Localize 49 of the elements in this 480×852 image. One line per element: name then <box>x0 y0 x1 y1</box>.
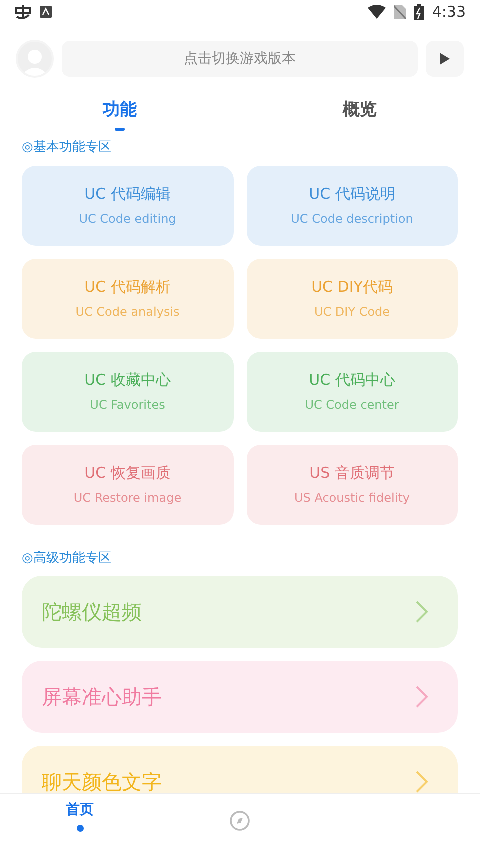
no-sim-icon <box>394 5 406 19</box>
feature-card[interactable]: UC 恢复画质 UC Restore image <box>22 444 234 524</box>
play-icon <box>439 52 451 66</box>
clock-time: 4:33 <box>432 2 466 23</box>
row-label: 屏幕准心助手 <box>42 684 162 711</box>
card-subtitle: UC Code description <box>291 210 414 228</box>
section-title: ◎基本功能专区 <box>21 139 112 157</box>
feature-row[interactable]: 聊天颜色文字 <box>22 746 458 793</box>
card-title: UC DIY代码 <box>312 277 393 298</box>
version-field[interactable]: 点击切换游戏版本 <box>62 41 418 77</box>
card-subtitle: UC Favorites <box>90 396 166 414</box>
chevron-icon <box>416 601 428 623</box>
feature-card[interactable]: UC 代码中心 UC Code center <box>246 352 458 432</box>
tab[interactable]: 功能 <box>93 94 147 128</box>
chevron-icon <box>416 686 428 708</box>
row-label: 陀螺仪超频 <box>42 599 142 626</box>
card-title: UC 恢复画质 <box>84 463 171 484</box>
compass-icon <box>229 810 251 832</box>
play-button[interactable] <box>426 41 464 77</box>
card-title: UC 收藏中心 <box>84 370 171 392</box>
card-subtitle: UC Code center <box>305 396 400 414</box>
feature-row[interactable]: 屏幕准心助手 <box>22 661 458 733</box>
feature-card[interactable]: UC DIY代码 UC DIY Code <box>246 258 458 338</box>
card-title: UC 代码中心 <box>309 370 396 392</box>
chevron-icon <box>416 771 428 793</box>
card-title: UC 代码解析 <box>84 277 171 298</box>
card-subtitle: UC Restore image <box>74 490 182 507</box>
bug-icon <box>14 4 32 20</box>
section-title: ◎高级功能专区 <box>21 550 112 568</box>
card-subtitle: UC Code analysis <box>76 304 180 321</box>
feature-row[interactable]: 陀螺仪超频 <box>22 576 458 648</box>
card-subtitle: US Acoustic fidelity <box>294 490 410 507</box>
wifi-icon <box>368 5 386 19</box>
card-subtitle: UC Code editing <box>79 210 176 228</box>
feature-card[interactable]: UC 代码说明 UC Code description <box>246 166 458 246</box>
feature-card[interactable]: US 音质调节 US Acoustic fidelity <box>246 444 458 524</box>
tab-indicator <box>115 128 125 130</box>
card-title: US 音质调节 <box>310 463 395 484</box>
battery-icon <box>414 4 424 20</box>
feature-card[interactable]: UC 代码解析 UC Code analysis <box>22 258 234 338</box>
keyboard-icon <box>40 6 52 18</box>
card-title: UC 代码编辑 <box>84 184 171 206</box>
tab[interactable]: 概览 <box>333 94 387 128</box>
card-title: UC 代码说明 <box>309 184 396 206</box>
row-label: 聊天颜色文字 <box>42 769 162 793</box>
feature-card[interactable]: UC 代码编辑 UC Code editing <box>22 166 234 246</box>
nav-tab[interactable]: 首页 <box>0 794 160 852</box>
feature-card[interactable]: UC 收藏中心 UC Favorites <box>22 352 234 432</box>
card-subtitle: UC DIY Code <box>314 304 390 321</box>
